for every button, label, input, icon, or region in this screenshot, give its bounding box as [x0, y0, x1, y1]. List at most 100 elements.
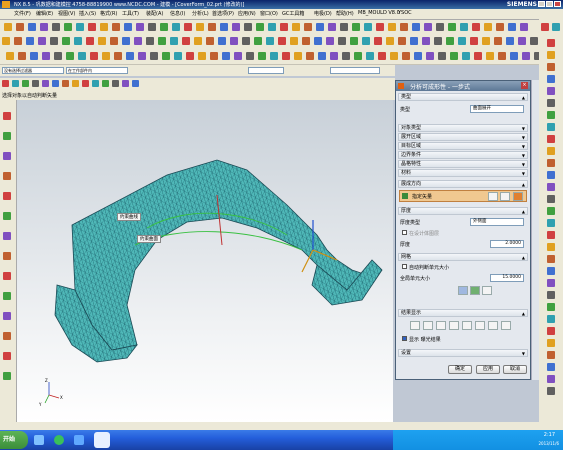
toolbar-icon[interactable] — [426, 52, 434, 60]
toolbar-icon[interactable] — [302, 37, 310, 45]
dock-icon[interactable] — [547, 279, 555, 287]
dock-icon[interactable] — [547, 339, 555, 347]
toolbar-icon[interactable] — [508, 23, 516, 31]
toolbar-icon[interactable] — [496, 23, 504, 31]
toolbar-icon[interactable] — [184, 23, 192, 31]
dock-icon[interactable] — [547, 375, 555, 383]
vector-dialog-button[interactable] — [488, 192, 498, 201]
toolbar-icon[interactable] — [398, 37, 406, 45]
section-settings[interactable]: 设置 ▼ — [398, 349, 528, 357]
dock-icon[interactable] — [547, 219, 555, 227]
toolbar-icon[interactable] — [292, 23, 300, 31]
toolbar-icon[interactable] — [196, 23, 204, 31]
menu-analysis[interactable]: 分析(L) — [192, 10, 209, 17]
toolbar-icon[interactable] — [520, 23, 528, 31]
reverse-direction-button[interactable] — [500, 192, 510, 201]
toolbar-icon[interactable] — [162, 52, 170, 60]
toolbar-icon[interactable] — [518, 37, 526, 45]
dock-icon[interactable] — [547, 207, 555, 215]
toolbar-icon[interactable] — [90, 52, 98, 60]
section-object-type[interactable]: 对象类型 ▼ — [398, 124, 528, 132]
toolbar-icon[interactable] — [18, 52, 26, 60]
mesh-button-2[interactable] — [470, 286, 480, 295]
toolbar-icon[interactable] — [54, 52, 62, 60]
toolbar-icon[interactable] — [12, 80, 19, 87]
toolbar-icon[interactable] — [364, 23, 372, 31]
toolbar-icon[interactable] — [74, 37, 82, 45]
toolbar-icon[interactable] — [14, 37, 22, 45]
dock-icon[interactable] — [547, 159, 555, 167]
section-results[interactable]: 结果显示 ▲ — [398, 309, 528, 317]
toolbar-icon[interactable] — [484, 23, 492, 31]
element-size-input[interactable]: 15.0000 — [490, 274, 524, 282]
toolbar-icon[interactable] — [460, 23, 468, 31]
dock-icon[interactable] — [547, 51, 555, 59]
dialog-close-icon[interactable]: × — [521, 82, 528, 89]
toolbar-icon[interactable] — [268, 23, 276, 31]
result-display-button[interactable] — [501, 321, 511, 330]
toolbar-icon[interactable] — [186, 52, 194, 60]
quicklaunch-icon-2[interactable] — [54, 435, 64, 445]
toolbar-icon[interactable] — [316, 23, 324, 31]
nx-task-button[interactable] — [94, 432, 110, 448]
toolbar-icon[interactable] — [102, 52, 110, 60]
toolbar-icon[interactable] — [256, 23, 264, 31]
toolbar-icon[interactable] — [16, 23, 24, 31]
menu-edit[interactable]: 编辑(E) — [36, 10, 53, 17]
toolbar-icon[interactable] — [338, 37, 346, 45]
toolbar-icon[interactable] — [72, 80, 79, 87]
result-display-button[interactable] — [423, 321, 433, 330]
dock-icon[interactable] — [547, 195, 555, 203]
toolbar-icon[interactable] — [102, 80, 109, 87]
close-button[interactable] — [554, 1, 561, 7]
menu-application[interactable]: 应用(N) — [238, 10, 256, 17]
toolbar-icon[interactable] — [28, 23, 36, 31]
navigator-icon[interactable] — [3, 372, 11, 380]
toolbar-icon[interactable] — [150, 52, 158, 60]
dock-icon[interactable] — [547, 255, 555, 263]
toolbar-icon[interactable] — [362, 37, 370, 45]
toolbar-icon[interactable] — [4, 23, 12, 31]
specify-vector-row[interactable]: 指定矢量 — [399, 190, 527, 202]
toolbar-icon[interactable] — [64, 23, 72, 31]
toolbar-icon[interactable] — [354, 52, 362, 60]
toolbar-icon[interactable] — [122, 37, 130, 45]
toolbar-icon[interactable] — [114, 52, 122, 60]
toolbar-icon[interactable] — [62, 80, 69, 87]
dock-icon[interactable] — [547, 99, 555, 107]
toolbar-icon[interactable] — [486, 52, 494, 60]
toolbar-icon[interactable] — [208, 23, 216, 31]
navigator-icon[interactable] — [3, 332, 11, 340]
graphics-window[interactable]: 约束曲线 约束曲面 Z X Y — [17, 100, 393, 422]
toolbar-icon[interactable] — [282, 52, 290, 60]
ok-button[interactable]: 确定 — [448, 365, 472, 374]
toolbar-icon[interactable] — [474, 52, 482, 60]
result-display-button[interactable] — [462, 321, 472, 330]
toolbar-icon[interactable] — [92, 80, 99, 87]
type-dropdown[interactable]: 曲面展开 — [470, 105, 524, 113]
menu-electrode[interactable]: 电极(D) — [314, 10, 332, 17]
thickness-input[interactable]: 2.0000 — [490, 240, 524, 248]
toolbar-icon[interactable] — [328, 23, 336, 31]
toolbar-icon[interactable] — [32, 80, 39, 87]
toolbar-icon[interactable] — [278, 37, 286, 45]
type-filter-dropdown[interactable]: 没有选择过滤器 — [2, 67, 64, 74]
toolbar-icon[interactable] — [438, 52, 446, 60]
dock-icon[interactable] — [547, 291, 555, 299]
menu-tools[interactable]: 工具(T) — [122, 10, 139, 17]
dock-icon[interactable] — [547, 39, 555, 47]
toolbar-icon[interactable] — [30, 52, 38, 60]
apply-button[interactable]: 应用 — [476, 365, 500, 374]
toolbar-icon[interactable] — [450, 52, 458, 60]
section-material[interactable]: 材料 ▼ — [398, 169, 528, 177]
toolbar-icon[interactable] — [210, 52, 218, 60]
navigator-icon[interactable] — [3, 312, 11, 320]
show-results-checkbox[interactable] — [402, 336, 407, 341]
toolbar-icon[interactable] — [350, 37, 358, 45]
result-display-button[interactable] — [475, 321, 485, 330]
toolbar-icon[interactable] — [402, 52, 410, 60]
toolbar-icon[interactable] — [506, 37, 514, 45]
toolbar-icon[interactable] — [222, 52, 230, 60]
toolbar-icon[interactable] — [388, 23, 396, 31]
toolbar-icon[interactable] — [552, 23, 560, 31]
